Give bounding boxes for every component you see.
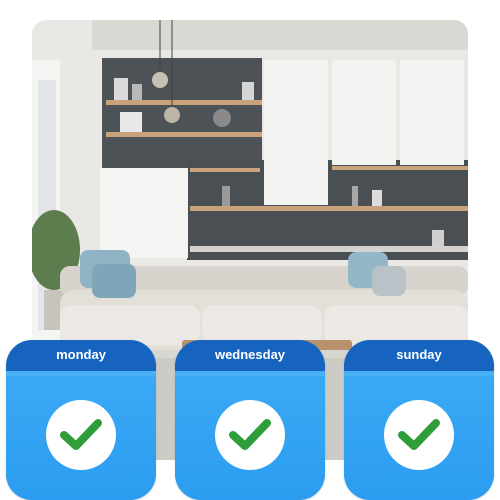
day-label-monday: monday [6,340,156,377]
day-card-wednesday[interactable]: wednesday [175,340,325,500]
day-label-wednesday: wednesday [175,340,325,377]
day-card-body [344,376,494,500]
day-card-sunday[interactable]: sunday [344,340,494,500]
day-card-body [175,376,325,500]
day-label-sunday: sunday [344,340,494,377]
check-icon [215,400,285,470]
day-card-monday[interactable]: monday [6,340,156,500]
check-icon [46,400,116,470]
check-icon [384,400,454,470]
day-card-body [6,376,156,500]
